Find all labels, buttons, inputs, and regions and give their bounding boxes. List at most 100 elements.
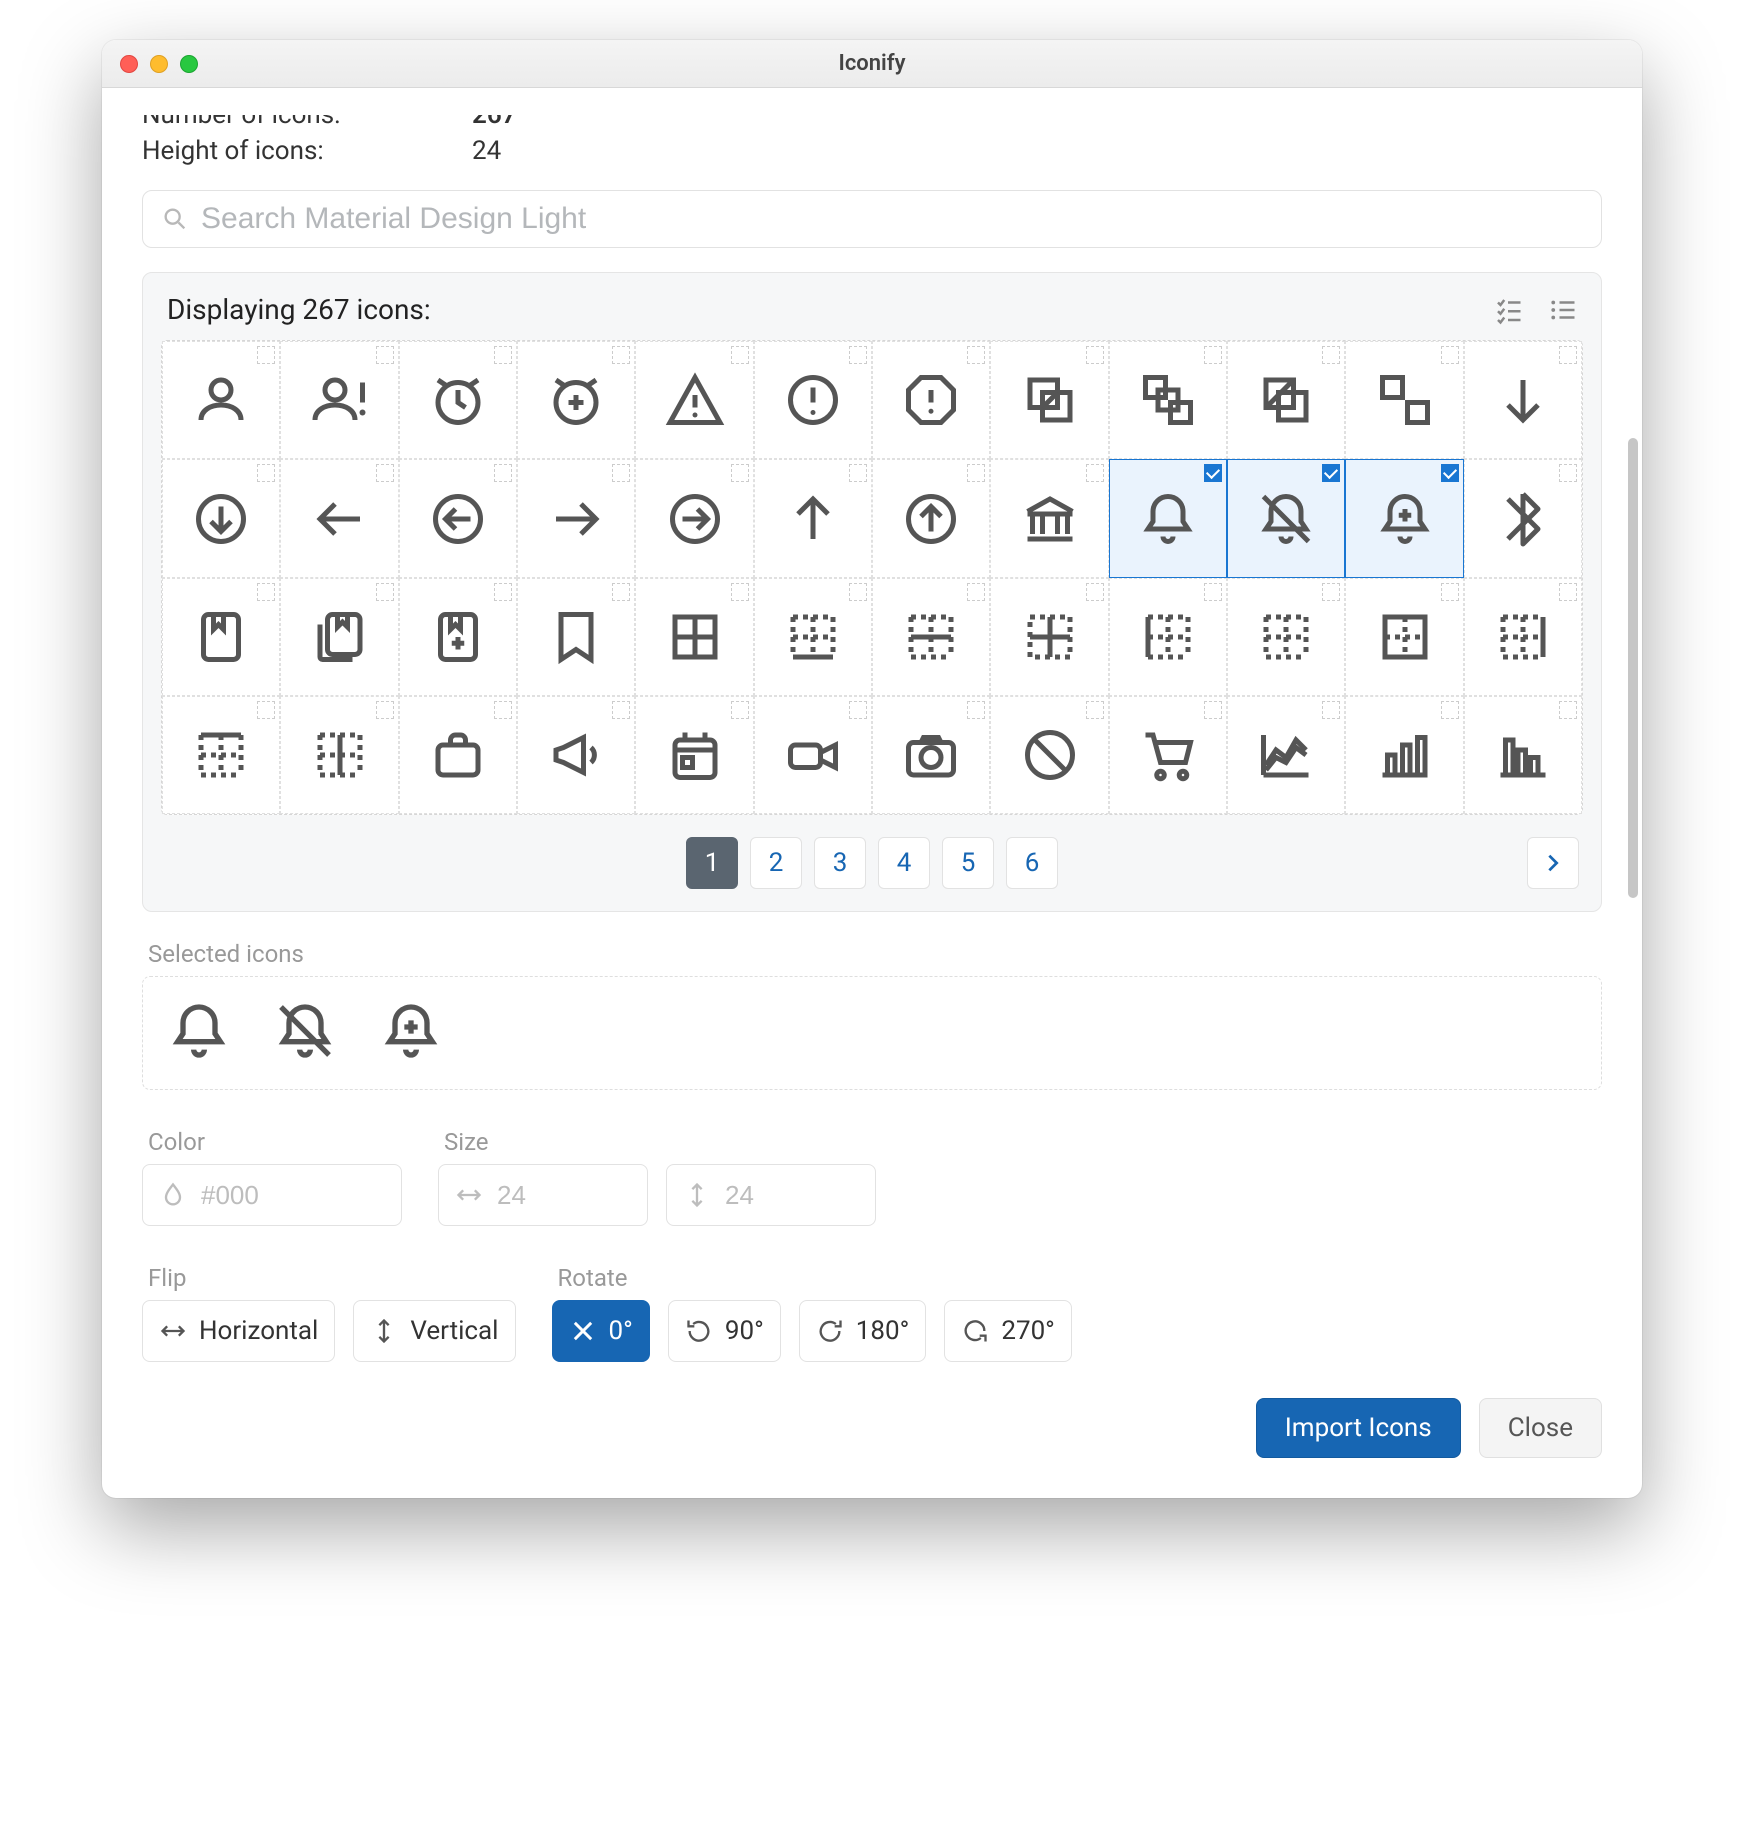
checkbox[interactable] (257, 464, 275, 482)
icon-cell-border-right[interactable] (1464, 578, 1582, 696)
checkbox[interactable] (257, 701, 275, 719)
checkbox[interactable] (849, 583, 867, 601)
page-4-button[interactable]: 4 (878, 837, 930, 889)
checkbox[interactable] (612, 346, 630, 364)
icon-cell-briefcase[interactable] (399, 696, 517, 814)
page-6-button[interactable]: 6 (1006, 837, 1058, 889)
icon-cell-border-all[interactable] (635, 578, 753, 696)
icon-cell-arrow-left[interactable] (280, 459, 398, 577)
checkbox[interactable] (612, 701, 630, 719)
checkbox[interactable] (731, 464, 749, 482)
flip-horizontal-button[interactable]: Horizontal (142, 1300, 335, 1362)
checkbox[interactable] (1322, 464, 1340, 482)
checkbox[interactable] (1559, 346, 1577, 364)
checkbox[interactable] (849, 464, 867, 482)
icon-cell-border-inside[interactable] (990, 578, 1108, 696)
icon-cell-bluetooth[interactable] (1464, 459, 1582, 577)
icon-cell-arrow-up[interactable] (754, 459, 872, 577)
page-3-button[interactable]: 3 (814, 837, 866, 889)
icon-cell-cancel[interactable] (990, 696, 1108, 814)
checkbox[interactable] (1204, 583, 1222, 601)
icon-cell-bell-plus[interactable] (1345, 459, 1463, 577)
checkbox[interactable] (257, 346, 275, 364)
search-field[interactable] (142, 190, 1602, 248)
icon-cell-alarm[interactable] (399, 341, 517, 459)
icon-cell-bell[interactable] (1109, 459, 1227, 577)
icon-cell-bell-off[interactable] (1227, 459, 1345, 577)
checkbox[interactable] (376, 464, 394, 482)
checkbox[interactable] (1086, 701, 1104, 719)
checkbox[interactable] (731, 701, 749, 719)
checkbox[interactable] (494, 346, 512, 364)
icon-cell-cart[interactable] (1109, 696, 1227, 814)
rotate-0-button[interactable]: 0° (552, 1300, 650, 1362)
checkbox[interactable] (1559, 464, 1577, 482)
icon-cell-arrow-down[interactable] (1464, 341, 1582, 459)
checkbox[interactable] (967, 464, 985, 482)
search-input[interactable] (199, 201, 1583, 237)
checkbox[interactable] (1441, 464, 1459, 482)
selected-bell[interactable] (167, 999, 231, 1067)
flip-vertical-button[interactable]: Vertical (353, 1300, 515, 1362)
checkbox[interactable] (731, 583, 749, 601)
checkbox[interactable] (1441, 346, 1459, 364)
page-1-button[interactable]: 1 (686, 837, 738, 889)
icon-cell-border-vertical[interactable] (280, 696, 398, 814)
checkbox[interactable] (1086, 346, 1104, 364)
checkbox[interactable] (494, 583, 512, 601)
checkbox[interactable] (1204, 346, 1222, 364)
checkbox[interactable] (1322, 701, 1340, 719)
color-value[interactable] (199, 1179, 289, 1212)
icon-cell-arrange-bring-forward[interactable] (990, 341, 1108, 459)
checkbox[interactable] (494, 464, 512, 482)
checkbox[interactable] (1204, 464, 1222, 482)
width-value[interactable] (495, 1179, 585, 1212)
checkbox[interactable] (257, 583, 275, 601)
icon-cell-arrow-right-circle[interactable] (635, 459, 753, 577)
width-input[interactable] (438, 1164, 648, 1226)
icon-cell-chart-bar[interactable] (1345, 696, 1463, 814)
checkbox[interactable] (376, 701, 394, 719)
icon-cell-book-multiple[interactable] (280, 578, 398, 696)
icon-cell-border-outside[interactable] (1345, 578, 1463, 696)
icon-cell-alert-octagon[interactable] (872, 341, 990, 459)
icon-cell-arrow-up-circle[interactable] (872, 459, 990, 577)
icon-cell-chart-areaspline[interactable] (1227, 696, 1345, 814)
close-button[interactable]: Close (1479, 1398, 1602, 1458)
checkbox[interactable] (376, 346, 394, 364)
rotate-270-button[interactable]: 270° (944, 1300, 1072, 1362)
icon-cell-arrange-send-to-back[interactable] (1345, 341, 1463, 459)
icon-cell-border-none[interactable] (1227, 578, 1345, 696)
icon-cell-bookmark[interactable] (517, 578, 635, 696)
icon-cell-bullhorn[interactable] (517, 696, 635, 814)
rotate-180-button[interactable]: 180° (799, 1300, 927, 1362)
next-page-button[interactable] (1527, 837, 1579, 889)
selected-bell-off[interactable] (273, 999, 337, 1067)
icon-cell-camcorder[interactable] (754, 696, 872, 814)
checkbox[interactable] (494, 701, 512, 719)
height-input[interactable] (666, 1164, 876, 1226)
checkbox[interactable] (612, 464, 630, 482)
icon-cell-alert-circle[interactable] (754, 341, 872, 459)
checkbox[interactable] (1322, 346, 1340, 364)
checkbox[interactable] (1559, 701, 1577, 719)
checkbox[interactable] (1441, 583, 1459, 601)
import-button[interactable]: Import Icons (1256, 1398, 1461, 1458)
icon-cell-bank[interactable] (990, 459, 1108, 577)
icon-cell-alarm-plus[interactable] (517, 341, 635, 459)
checkbox[interactable] (1086, 464, 1104, 482)
icon-cell-alert[interactable] (635, 341, 753, 459)
color-input[interactable] (142, 1164, 402, 1226)
list-view-icon[interactable] (1547, 295, 1577, 325)
selected-bell-plus[interactable] (379, 999, 443, 1067)
icon-cell-book-plus[interactable] (399, 578, 517, 696)
icon-cell-calendar[interactable] (635, 696, 753, 814)
select-multiple-icon[interactable] (1493, 295, 1523, 325)
page-2-button[interactable]: 2 (750, 837, 802, 889)
icon-cell-arrow-right[interactable] (517, 459, 635, 577)
checkbox[interactable] (967, 701, 985, 719)
checkbox[interactable] (1441, 701, 1459, 719)
icon-cell-arrange-send-backward[interactable] (1227, 341, 1345, 459)
page-5-button[interactable]: 5 (942, 837, 994, 889)
checkbox[interactable] (967, 583, 985, 601)
